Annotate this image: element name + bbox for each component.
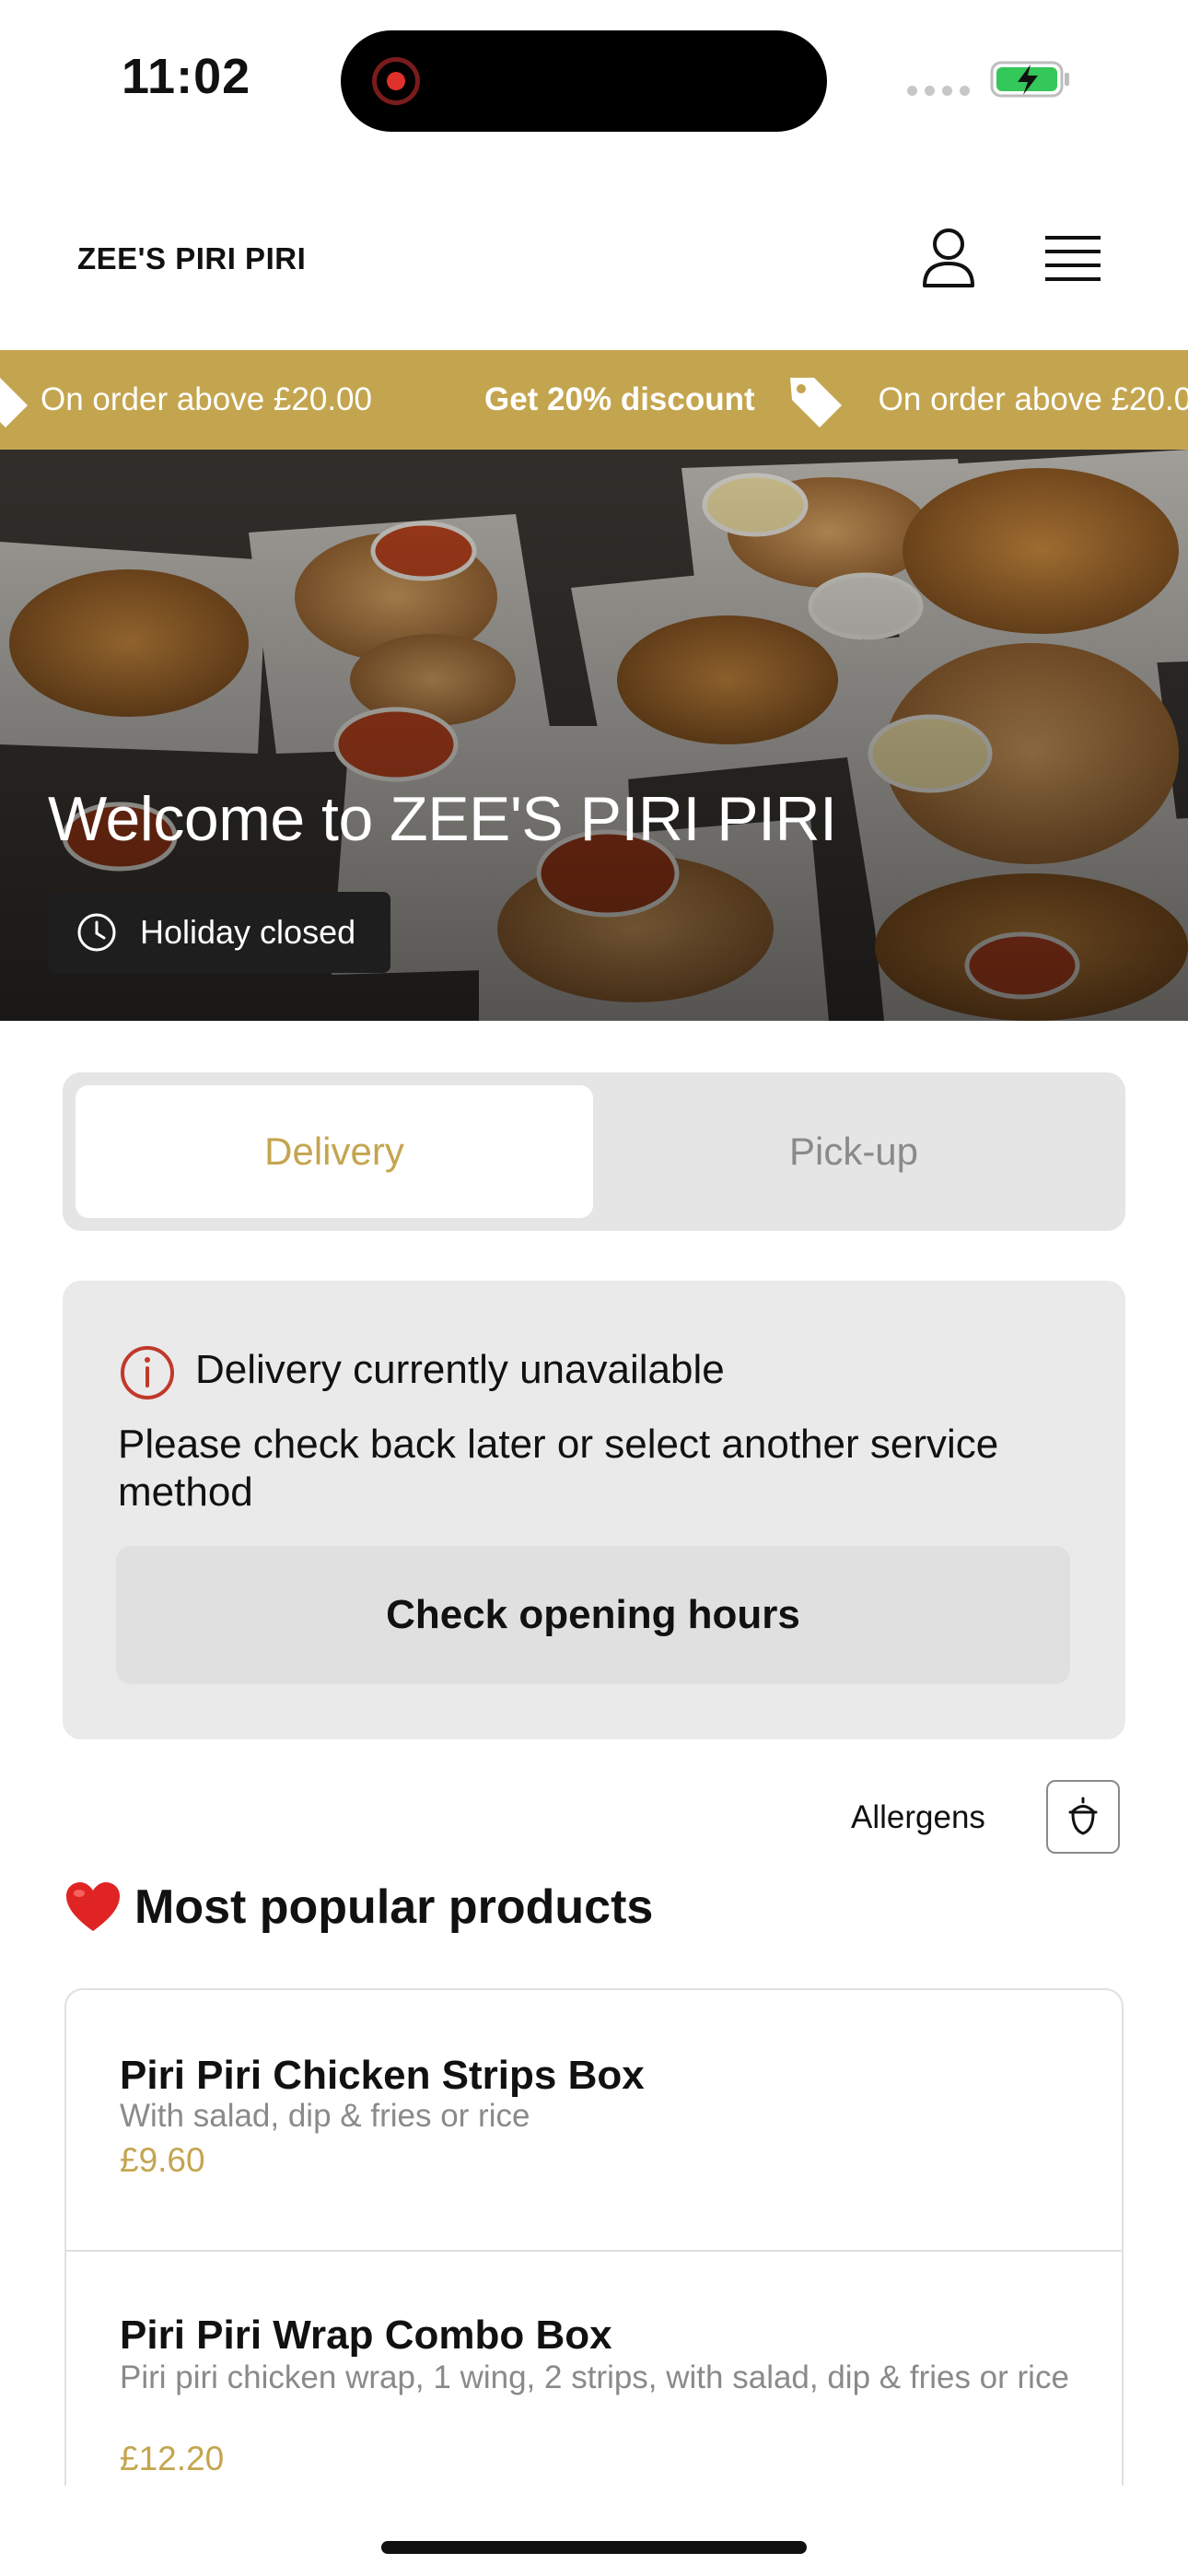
service-method-toggle: Delivery Pick-up — [63, 1072, 1125, 1231]
acorn-icon — [1068, 1797, 1098, 1835]
notice-body: Please check back later or select anothe… — [118, 1422, 999, 1515]
promo-text: On order above £20.00 — [41, 381, 372, 417]
allergens-label[interactable]: Allergens — [851, 1799, 985, 1836]
info-alert-icon — [121, 1346, 174, 1399]
product-description: With salad, dip & fries or rice — [120, 2098, 530, 2134]
tab-pickup[interactable]: Pick-up — [595, 1085, 1112, 1218]
promo-banner: On order above £20.00 Get 20% discount O… — [0, 350, 1188, 450]
store-status-badge: Holiday closed — [48, 892, 390, 973]
promo-text: On order above £20.00 — [878, 381, 1188, 417]
dynamic-island — [341, 30, 827, 132]
product-card[interactable]: Piri Piri Chicken Strips Box With salad,… — [66, 1990, 1122, 2250]
product-card[interactable]: Piri Piri Wrap Combo Box Piri piri chick… — [66, 2250, 1122, 2486]
section-title-text: Most popular products — [134, 1880, 654, 1934]
hero-banner: Welcome to ZEE'S PIRI PIRI Holiday close… — [0, 450, 1188, 1021]
heart-icon — [66, 1882, 120, 1931]
brand-name[interactable]: ZEE'S PIRI PIRI — [77, 241, 306, 276]
store-status-text: Holiday closed — [140, 913, 356, 951]
product-description: Piri piri chicken wrap, 1 wing, 2 strips… — [120, 2359, 1069, 2395]
clock-icon — [77, 913, 116, 952]
price-tag-icon — [0, 378, 28, 427]
promo-highlight: Get 20% discount — [483, 381, 755, 417]
price-tag-icon — [789, 378, 842, 427]
check-opening-hours-button[interactable]: Check opening hours — [116, 1546, 1070, 1684]
signal-icon — [907, 86, 970, 96]
product-name: Piri Piri Chicken Strips Box — [120, 2053, 645, 2098]
allergens-button[interactable] — [1046, 1780, 1120, 1854]
account-icon[interactable] — [912, 221, 985, 295]
home-indicator[interactable] — [381, 2541, 807, 2554]
recording-indicator-icon — [372, 57, 420, 105]
status-bar: 11:02 — [0, 0, 1188, 166]
app-header: ZEE'S PIRI PIRI — [0, 166, 1188, 350]
status-time: 11:02 — [122, 49, 251, 104]
hamburger-menu-icon[interactable] — [1036, 221, 1110, 295]
product-price: £12.20 — [120, 2440, 225, 2477]
delivery-unavailable-notice: Delivery currently unavailable Please ch… — [63, 1281, 1125, 1739]
product-price: £9.60 — [120, 2141, 205, 2179]
battery-charging-icon — [990, 61, 1069, 98]
notice-title: Delivery currently unavailable — [195, 1347, 725, 1392]
welcome-title: Welcome to ZEE'S PIRI PIRI — [48, 784, 837, 854]
product-name: Piri Piri Wrap Combo Box — [120, 2313, 612, 2358]
tab-delivery[interactable]: Delivery — [76, 1085, 593, 1218]
product-list: Piri Piri Chicken Strips Box With salad,… — [64, 1988, 1124, 2486]
section-title: Most popular products — [64, 1879, 653, 1935]
